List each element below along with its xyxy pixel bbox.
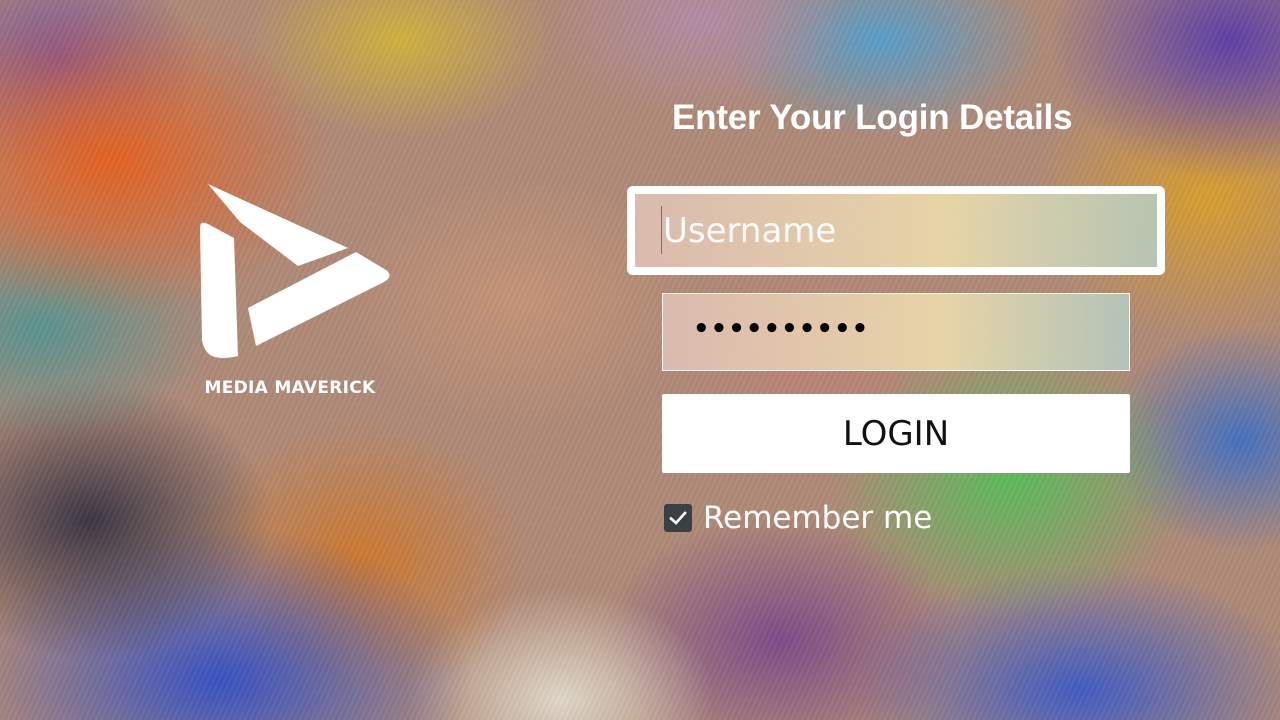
media-maverick-logo-icon [196, 180, 392, 364]
password-masked-value: •••••••••• [693, 314, 870, 344]
remember-me-label: Remember me [703, 500, 933, 536]
login-button[interactable]: LOGIN [662, 394, 1130, 473]
login-title: Enter Your Login Details [672, 98, 1073, 137]
remember-me-checkbox[interactable]: Remember me [664, 498, 932, 538]
checkmark-icon [669, 511, 687, 525]
text-caret [661, 206, 662, 254]
brand-name: MEDIA MAVERICK [204, 378, 376, 398]
username-field[interactable] [627, 186, 1165, 275]
password-field[interactable]: •••••••••• [662, 293, 1130, 371]
checkbox-box[interactable] [664, 504, 692, 532]
username-input[interactable] [635, 194, 1157, 267]
